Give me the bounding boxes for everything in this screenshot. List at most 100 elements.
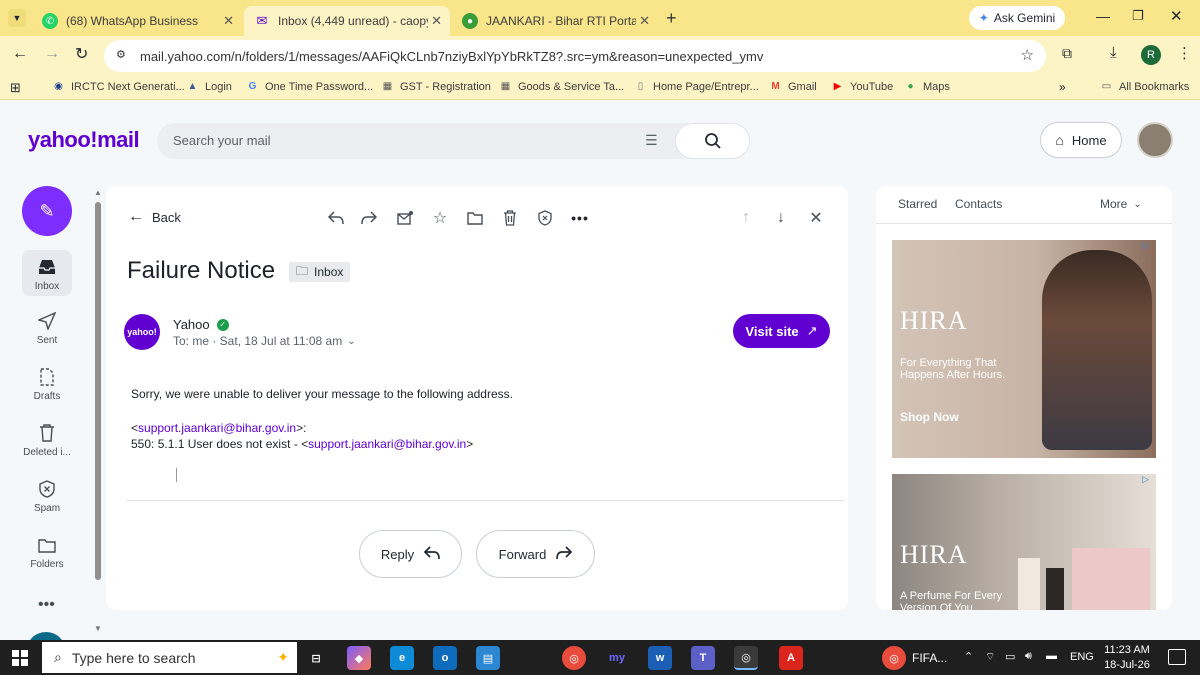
all-bookmarks[interactable]: ▭ All Bookmarks xyxy=(1100,80,1190,93)
close-tab-icon[interactable]: ✕ xyxy=(639,13,650,29)
bookmark-star-icon[interactable]: ☆ xyxy=(1021,46,1034,64)
reload-icon[interactable]: ↻ xyxy=(75,44,88,64)
delete-icon[interactable] xyxy=(500,208,520,228)
tab-starred[interactable]: Starred xyxy=(898,197,937,211)
restore-icon[interactable]: ❐ xyxy=(1132,8,1144,24)
left-scrollbar[interactable]: ▲ ▼ xyxy=(93,188,103,636)
recipient-line[interactable]: To: me · Sat, 18 Jul at 11:08 am ⌄ xyxy=(173,334,356,348)
notifications-icon[interactable] xyxy=(1168,649,1186,665)
bookmark-gst-registration[interactable]: ▦ GST - Registration xyxy=(381,80,491,93)
spam-shield-icon[interactable] xyxy=(535,208,555,228)
bookmark-maps[interactable]: ● Maps xyxy=(904,80,949,93)
rail-drafts[interactable]: Drafts xyxy=(22,366,72,402)
bookmark-login[interactable]: ▲ Login xyxy=(186,80,232,93)
chrome-fifa-icon[interactable]: ◎ xyxy=(882,646,906,670)
extensions-icon[interactable]: ⧉ xyxy=(1062,45,1072,62)
store-icon[interactable]: ▤ xyxy=(476,646,500,670)
tab-yahoo-inbox[interactable]: ✉ Inbox (4,449 unread) - caopyadav ✕ xyxy=(244,6,450,36)
download-icon[interactable]: ⤓ xyxy=(1110,44,1117,61)
search-button[interactable] xyxy=(675,123,750,159)
clock[interactable]: 11:23 AM 18-Jul-26 xyxy=(1102,643,1152,673)
more-bookmarks-icon[interactable]: » xyxy=(1059,80,1066,94)
outlook-icon[interactable]: o xyxy=(433,646,457,670)
more-dots-icon[interactable]: ••• xyxy=(38,596,55,614)
back-button[interactable]: ← Back xyxy=(128,208,181,226)
bookmark-home-page[interactable]: ▯ Home Page/Entrepr... xyxy=(634,80,759,93)
windows-start-icon[interactable] xyxy=(12,650,28,666)
home-button[interactable]: ⌂ Home xyxy=(1040,122,1122,158)
back-arrow-icon[interactable]: ← xyxy=(12,45,28,63)
forward-icon[interactable] xyxy=(359,208,379,228)
folder-badge[interactable]: 🗀 Inbox xyxy=(289,262,351,282)
scrollbar-thumb[interactable] xyxy=(95,202,101,580)
ad-banner[interactable]: HIRA For Everything That Happens After H… xyxy=(892,240,1156,458)
close-window-icon[interactable]: ✕ xyxy=(1170,7,1183,25)
rail-sent[interactable]: Sent xyxy=(22,310,72,346)
profile-avatar[interactable]: R xyxy=(1141,45,1161,65)
bookmark-irctc[interactable]: ◉ IRCTC Next Generati... xyxy=(52,80,185,93)
user-avatar[interactable] xyxy=(1137,122,1173,158)
task-view-icon[interactable]: ⊟ xyxy=(304,646,328,670)
apps-grid-icon[interactable]: ⊞ xyxy=(10,80,21,96)
bookmark-gmail[interactable]: M Gmail xyxy=(769,80,816,93)
more-actions-icon[interactable]: ••• xyxy=(570,208,590,228)
rail-inbox[interactable]: Inbox xyxy=(22,250,72,296)
ad-banner[interactable]: HIRA A Perfume For Every Version Of You … xyxy=(892,474,1156,610)
reply-button[interactable]: Reply xyxy=(359,530,462,578)
battery-icon[interactable]: ▭ xyxy=(1005,650,1015,663)
tray-chevron-icon[interactable]: ⌃ xyxy=(964,650,973,663)
language-indicator[interactable]: ENG xyxy=(1070,651,1094,663)
next-message-icon[interactable]: ↓ xyxy=(771,208,791,228)
tab-search-icon[interactable]: ▼ xyxy=(8,9,26,27)
visit-site-button[interactable]: Visit site ↗ xyxy=(733,314,830,348)
minimize-icon[interactable]: — xyxy=(1096,8,1110,24)
more-dropdown[interactable]: More ⌄ xyxy=(1100,197,1142,211)
mark-unread-icon[interactable] xyxy=(395,208,415,228)
ad-cta[interactable]: Shop Now xyxy=(900,410,959,424)
close-tab-icon[interactable]: ✕ xyxy=(431,13,442,29)
rail-spam[interactable]: Spam xyxy=(22,478,72,514)
app-icon[interactable]: w xyxy=(648,646,672,670)
copilot-icon[interactable]: ◆ xyxy=(347,646,371,670)
address-bar[interactable]: ⚙ mail.yahoo.com/n/folders/1/messages/AA… xyxy=(104,40,1046,72)
previous-message-icon[interactable]: ↑ xyxy=(736,208,756,228)
fifa-task-label[interactable]: FIFA... xyxy=(912,651,947,665)
teams-icon[interactable]: T xyxy=(691,646,715,670)
menu-kebab-icon[interactable]: ⋮ xyxy=(1177,44,1192,62)
edge-icon[interactable]: e xyxy=(390,646,414,670)
move-folder-icon[interactable] xyxy=(465,208,485,228)
volume-icon[interactable]: 🔊︎ xyxy=(1025,650,1032,663)
forward-arrow-icon[interactable]: → xyxy=(44,45,60,63)
scroll-down-icon[interactable]: ▼ xyxy=(94,624,102,633)
chrome-profile-icon[interactable]: ◎ xyxy=(734,646,758,670)
adchoices-icon[interactable]: ▷ xyxy=(1142,474,1149,485)
close-message-icon[interactable]: ✕ xyxy=(806,208,826,228)
search-input[interactable]: Search your mail xyxy=(173,133,271,148)
bookmark-otp[interactable]: G One Time Password... xyxy=(246,80,374,93)
close-tab-icon[interactable]: ✕ xyxy=(223,13,234,29)
site-info-icon[interactable]: ⚙ xyxy=(116,48,126,61)
acrobat-icon[interactable]: A xyxy=(779,646,803,670)
email-link[interactable]: support.jaankari@bihar.gov.in xyxy=(138,421,296,435)
star-icon[interactable]: ☆ xyxy=(430,208,450,228)
rail-deleted[interactable]: Deleted i... xyxy=(22,422,72,458)
bookmark-youtube[interactable]: ▶ YouTube xyxy=(831,80,894,93)
rail-folders[interactable]: Folders xyxy=(22,534,72,570)
myapp-icon[interactable]: my xyxy=(605,646,629,670)
scroll-up-icon[interactable]: ▲ xyxy=(94,188,102,197)
compose-button[interactable]: ✎ xyxy=(22,186,72,236)
yahoo-mail-logo[interactable]: yahoo!mail xyxy=(28,127,140,153)
chrome-icon[interactable]: ◎ xyxy=(562,646,586,670)
new-tab-icon[interactable]: + xyxy=(666,8,677,29)
adchoices-icon[interactable]: ▷ xyxy=(1142,240,1149,251)
taskbar-search-box[interactable]: ⌕ Type here to search ✦ xyxy=(42,642,297,673)
ask-gemini-button[interactable]: ✦ Ask Gemini xyxy=(969,6,1065,30)
bookmark-gst-goods[interactable]: ▦ Goods & Service Ta... xyxy=(499,80,624,93)
tab-whatsapp[interactable]: ✆ (68) WhatsApp Business ✕ xyxy=(32,6,242,36)
tab-jaankari[interactable]: ● JAANKARI - Bihar RTI Portal ✕ xyxy=(452,6,658,36)
reply-icon[interactable] xyxy=(326,208,346,228)
sender-name[interactable]: Yahoo ✓ xyxy=(173,317,229,332)
keyboard-icon[interactable]: ▬ xyxy=(1046,650,1057,662)
forward-button[interactable]: Forward xyxy=(476,530,595,578)
search-options-icon[interactable]: ☰ xyxy=(645,132,658,149)
